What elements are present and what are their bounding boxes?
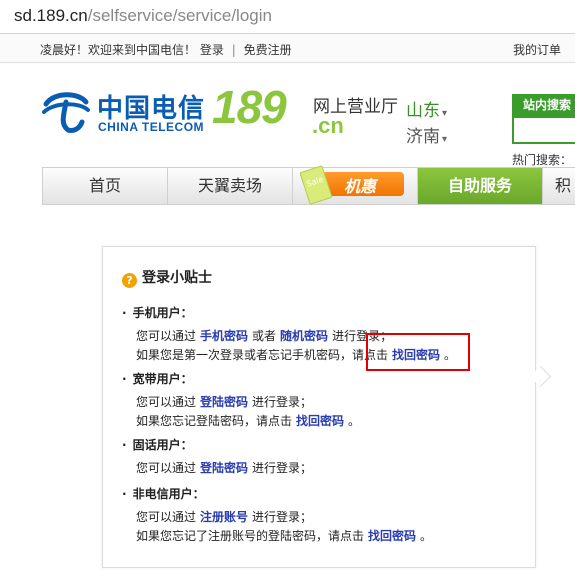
login-tips-panel: ?登录小贴士 手机用户： 您可以通过手机密码或者随机密码进行登录； 如果您是第一…	[102, 246, 552, 568]
register-link[interactable]: 免费注册	[244, 43, 292, 57]
non-telecom-users-section: 非电信用户： 您可以通过注册账号进行登录； 如果您忘记了注册账号的登陆密码，请点…	[122, 485, 432, 546]
register-account-link[interactable]: 注册账号	[200, 510, 248, 524]
chevron-down-icon: ▾	[442, 134, 448, 145]
top-strip: 凌晨好！欢迎来到中国电信！ 登录 | 免费注册 我的订单	[0, 34, 575, 63]
telecom-logo-icon	[42, 92, 90, 133]
nav-self-service[interactable]: 自助服务	[418, 168, 543, 204]
logo-en-name: CHINA TELECOM	[98, 120, 205, 134]
login-password-link[interactable]: 登陆密码	[200, 461, 248, 475]
tips-title: ? 登录小贴士	[122, 267, 212, 288]
chevron-down-icon: ▾	[442, 108, 448, 119]
url-text[interactable]: sd.189.cn/selfservice/service/login	[14, 6, 272, 26]
mobile-password-link[interactable]: 手机密码	[200, 329, 248, 343]
retrieve-password-link[interactable]: 找回密码	[368, 529, 416, 543]
promo-banner[interactable]: Sale 机惠	[299, 165, 404, 205]
broadband-users-section: 宽带用户： 您可以通过登陆密码进行登录； 如果您忘记登陆密码，请点击找回密码。	[122, 370, 360, 431]
address-bar[interactable]: sd.189.cn/selfservice/service/login	[0, 0, 575, 34]
promo-text: 机惠	[344, 177, 377, 196]
random-password-link[interactable]: 随机密码	[280, 329, 328, 343]
landline-users-section: 固话用户： 您可以通过登陆密码进行登录；	[122, 436, 312, 478]
hot-search-label: 热门搜索：	[512, 153, 573, 167]
login-password-link[interactable]: 登陆密码	[200, 395, 248, 409]
nav-tianyi-store[interactable]: 天翼卖场	[168, 168, 293, 204]
search-input[interactable]	[512, 116, 575, 144]
panel-arrow	[529, 365, 552, 388]
greeting: 凌晨好！欢迎来到中国电信！ 登录 | 免费注册	[40, 43, 292, 57]
nav-home[interactable]: 首页	[43, 168, 168, 204]
question-icon: ?	[122, 273, 137, 288]
china-telecom-logo[interactable]: 中国电信 CHINA TELECOM 189 网上营业厅 .cn	[40, 81, 410, 140]
my-orders-link[interactable]: 我的订单	[513, 41, 561, 58]
site-search: 站内搜索 热门搜索：	[512, 94, 575, 167]
nav-points[interactable]: 积	[543, 168, 575, 204]
login-link[interactable]: 登录	[200, 43, 224, 57]
search-tab[interactable]: 站内搜索	[512, 94, 575, 116]
logo-189: 189	[212, 81, 287, 133]
province-selector[interactable]: 山东 ▾	[406, 96, 447, 121]
retrieve-password-link[interactable]: 找回密码	[296, 414, 344, 428]
logo-domain: .cn	[312, 113, 344, 138]
city-selector[interactable]: 济南 ▾	[406, 122, 447, 147]
highlight-box	[366, 333, 470, 371]
